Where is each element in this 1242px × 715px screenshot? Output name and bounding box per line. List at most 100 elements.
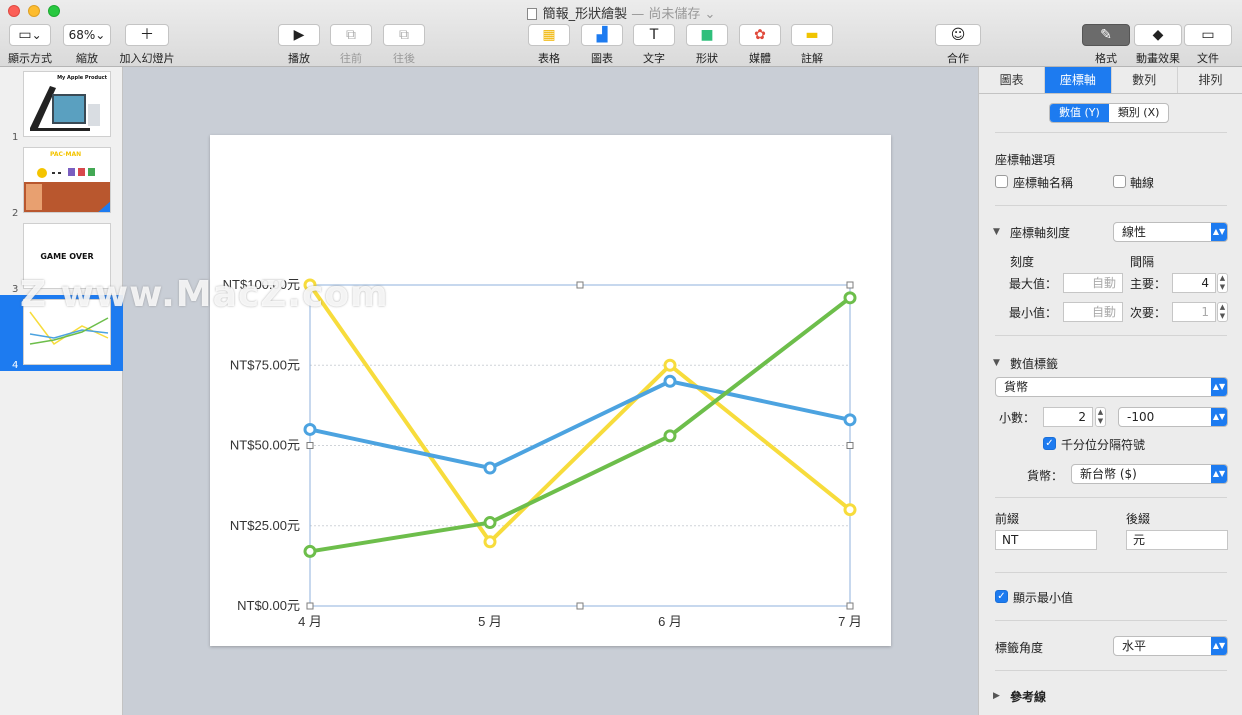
disclosure-triangle-icon[interactable]: ▶ <box>993 691 1000 701</box>
series-1-point <box>483 535 497 549</box>
show-minimum-checkbox[interactable]: ✓ <box>995 590 1008 603</box>
chart-button[interactable]: ▟ 圖表 <box>580 24 624 66</box>
format-button[interactable]: ✎ 格式 <box>1082 24 1130 66</box>
diamond-icon[interactable]: ◆ <box>1134 24 1182 46</box>
slide-thumbnail-1[interactable]: My Apple Product 1 <box>0 67 123 143</box>
bring-forward-icon[interactable]: ⧉ <box>330 24 372 46</box>
document-setup-icon[interactable]: ▭ <box>1184 24 1232 46</box>
minor-interval-field[interactable]: 1 <box>1172 302 1216 322</box>
slide-preview: My Apple Product <box>23 71 111 137</box>
slide-thumbnail-2[interactable]: PAC-MAN 2 <box>0 143 123 219</box>
suffix-field[interactable]: 元 <box>1126 530 1228 550</box>
plus-icon[interactable]: ＋ <box>125 24 169 46</box>
prefix-field[interactable]: NT <box>995 530 1097 550</box>
series-2-point <box>843 413 857 427</box>
slide-canvas[interactable]: NT$0.00元 NT$25.00元 NT$50.00元 NT$75.00元 NT$10… <box>124 67 978 715</box>
slide-preview: PAC-MAN <box>23 147 111 213</box>
shape-icon[interactable]: ■ <box>686 24 728 46</box>
text-button[interactable]: T 文字 <box>632 24 676 66</box>
collaborate-icon[interactable]: ☺ <box>935 24 981 46</box>
title-chevron-icon[interactable]: ⌄ <box>705 7 716 22</box>
divider <box>995 572 1227 573</box>
axis-scale-popup[interactable]: 線性 ▲▼ <box>1113 222 1228 242</box>
zoom-menu[interactable]: 68% ⌄ 縮放 <box>62 24 112 66</box>
view-menu[interactable]: ▭ ⌄ 顯示方式 <box>8 24 52 66</box>
disclosure-triangle-icon[interactable]: ▼ <box>993 227 1000 237</box>
add-slide-button[interactable]: ＋ 加入幻燈片 <box>119 24 175 66</box>
collaborate-button[interactable]: ☺ 合作 <box>935 24 981 66</box>
popup-arrows-icon: ▲▼ <box>1211 465 1227 483</box>
table-icon[interactable]: ▦ <box>528 24 570 46</box>
chart-icon[interactable]: ▟ <box>581 24 623 46</box>
max-value-field[interactable]: 自動 <box>1063 273 1123 293</box>
series-line-1 <box>308 283 852 544</box>
tab-arrange[interactable]: 排列 <box>1178 67 1242 93</box>
y-tick-label: NT$0.00元 <box>237 598 300 613</box>
major-interval-stepper[interactable]: ▲ ▼ <box>1217 273 1228 293</box>
min-label: 最小值： <box>1009 306 1058 320</box>
document-icon <box>526 8 537 20</box>
tab-chart[interactable]: 圖表 <box>979 67 1046 93</box>
selection-handle <box>846 442 854 449</box>
document-button[interactable]: ▭ 文件 <box>1184 24 1232 66</box>
major-interval-field[interactable]: 4 <box>1172 273 1216 293</box>
current-slide[interactable]: NT$0.00元 NT$25.00元 NT$50.00元 NT$75.00元 NT$10… <box>210 135 891 646</box>
selection-handle <box>846 602 854 610</box>
selection-handle <box>576 281 584 289</box>
scale-label: 刻度 <box>1010 255 1035 269</box>
min-value-field[interactable]: 自動 <box>1063 302 1123 322</box>
slide-1-graphic <box>30 86 100 131</box>
x-tick-label: 6 月 <box>658 614 682 629</box>
shape-button[interactable]: ■ 形狀 <box>685 24 729 66</box>
currency-popup[interactable]: 新台幣 ($) ▲▼ <box>1071 464 1228 484</box>
divider <box>995 670 1227 671</box>
interval-label: 間隔 <box>1130 255 1155 269</box>
value-axis-segment[interactable]: 數值 (Y) <box>1050 104 1109 122</box>
slide-navigator: My Apple Product 1 PAC-MAN 2 GAME OVER 3… <box>0 67 123 715</box>
prefix-label: 前綴 <box>995 512 1020 526</box>
paintbrush-icon[interactable]: ✎ <box>1082 24 1130 46</box>
bring-forward-button[interactable]: ⧉ 往前 <box>329 24 373 66</box>
send-backward-button[interactable]: ⧉ 往後 <box>382 24 426 66</box>
sidebar-icon[interactable]: ▭ ⌄ <box>9 24 51 46</box>
thousands-separator-checkbox[interactable]: ✓ <box>1043 437 1056 450</box>
send-backward-icon[interactable]: ⧉ <box>383 24 425 46</box>
popup-arrows-icon: ▲▼ <box>1211 637 1227 655</box>
divider <box>995 497 1227 498</box>
play-button[interactable]: ▶ 播放 <box>277 24 321 66</box>
reference-lines-label[interactable]: 參考線 <box>1010 688 1046 705</box>
thousands-separator-label: 千分位分隔符號 <box>1061 438 1146 452</box>
text-icon[interactable]: T <box>633 24 675 46</box>
x-tick-label: 7 月 <box>838 614 862 629</box>
axis-line-checkbox[interactable] <box>1113 175 1126 188</box>
axis-name-label: 座標軸名稱 <box>1013 176 1074 190</box>
line-chart[interactable]: NT$0.00元NT$25.00元NT$50.00元NT$75.00元NT$10… <box>210 135 891 646</box>
animate-button[interactable]: ◆ 動畫效果 <box>1133 24 1183 66</box>
suffix-label: 後綴 <box>1126 512 1151 526</box>
play-icon[interactable]: ▶ <box>278 24 320 46</box>
keynote-window: 簡報_形狀繪製 — 尚未儲存 ⌄ ▭ ⌄ 顯示方式 68% ⌄ 縮放 ＋ 加入幻燈片… <box>0 0 1242 715</box>
disclosure-triangle-icon[interactable]: ▼ <box>993 358 1000 368</box>
decimals-field[interactable]: 2 <box>1043 407 1093 427</box>
axis-name-checkbox[interactable] <box>995 175 1008 188</box>
decimals-stepper[interactable]: ▲ ▼ <box>1095 407 1106 427</box>
toolbar: 簡報_形狀繪製 — 尚未儲存 ⌄ ▭ ⌄ 顯示方式 68% ⌄ 縮放 ＋ 加入幻燈片… <box>0 0 1242 67</box>
tab-axis[interactable]: 座標軸 <box>1045 67 1112 93</box>
label-angle-popup[interactable]: 水平 ▲▼ <box>1113 636 1228 656</box>
zoom-popup[interactable]: 68% ⌄ <box>63 24 111 46</box>
category-axis-segment[interactable]: 類別 (X) <box>1109 104 1169 122</box>
table-button[interactable]: ▦ 表格 <box>527 24 571 66</box>
inspector-tabs: 圖表 座標軸 數列 排列 <box>979 67 1242 94</box>
comment-icon[interactable]: ▬ <box>791 24 833 46</box>
series-3-point <box>663 429 677 443</box>
minor-interval-stepper[interactable]: ▲ ▼ <box>1217 302 1228 322</box>
popup-arrows-icon: ▲▼ <box>1211 223 1227 241</box>
currency-label: 貨幣： <box>1027 469 1064 483</box>
negative-format-popup[interactable]: -100 ▲▼ <box>1118 407 1228 427</box>
number-format-popup[interactable]: 貨幣 ▲▼ <box>995 377 1228 397</box>
axis-scale-title: 座標軸刻度 <box>1010 226 1071 240</box>
tab-series[interactable]: 數列 <box>1112 67 1178 93</box>
media-icon[interactable]: ✿ <box>739 24 781 46</box>
comment-button[interactable]: ▬ 註解 <box>790 24 834 66</box>
media-button[interactable]: ✿ 媒體 <box>738 24 782 66</box>
